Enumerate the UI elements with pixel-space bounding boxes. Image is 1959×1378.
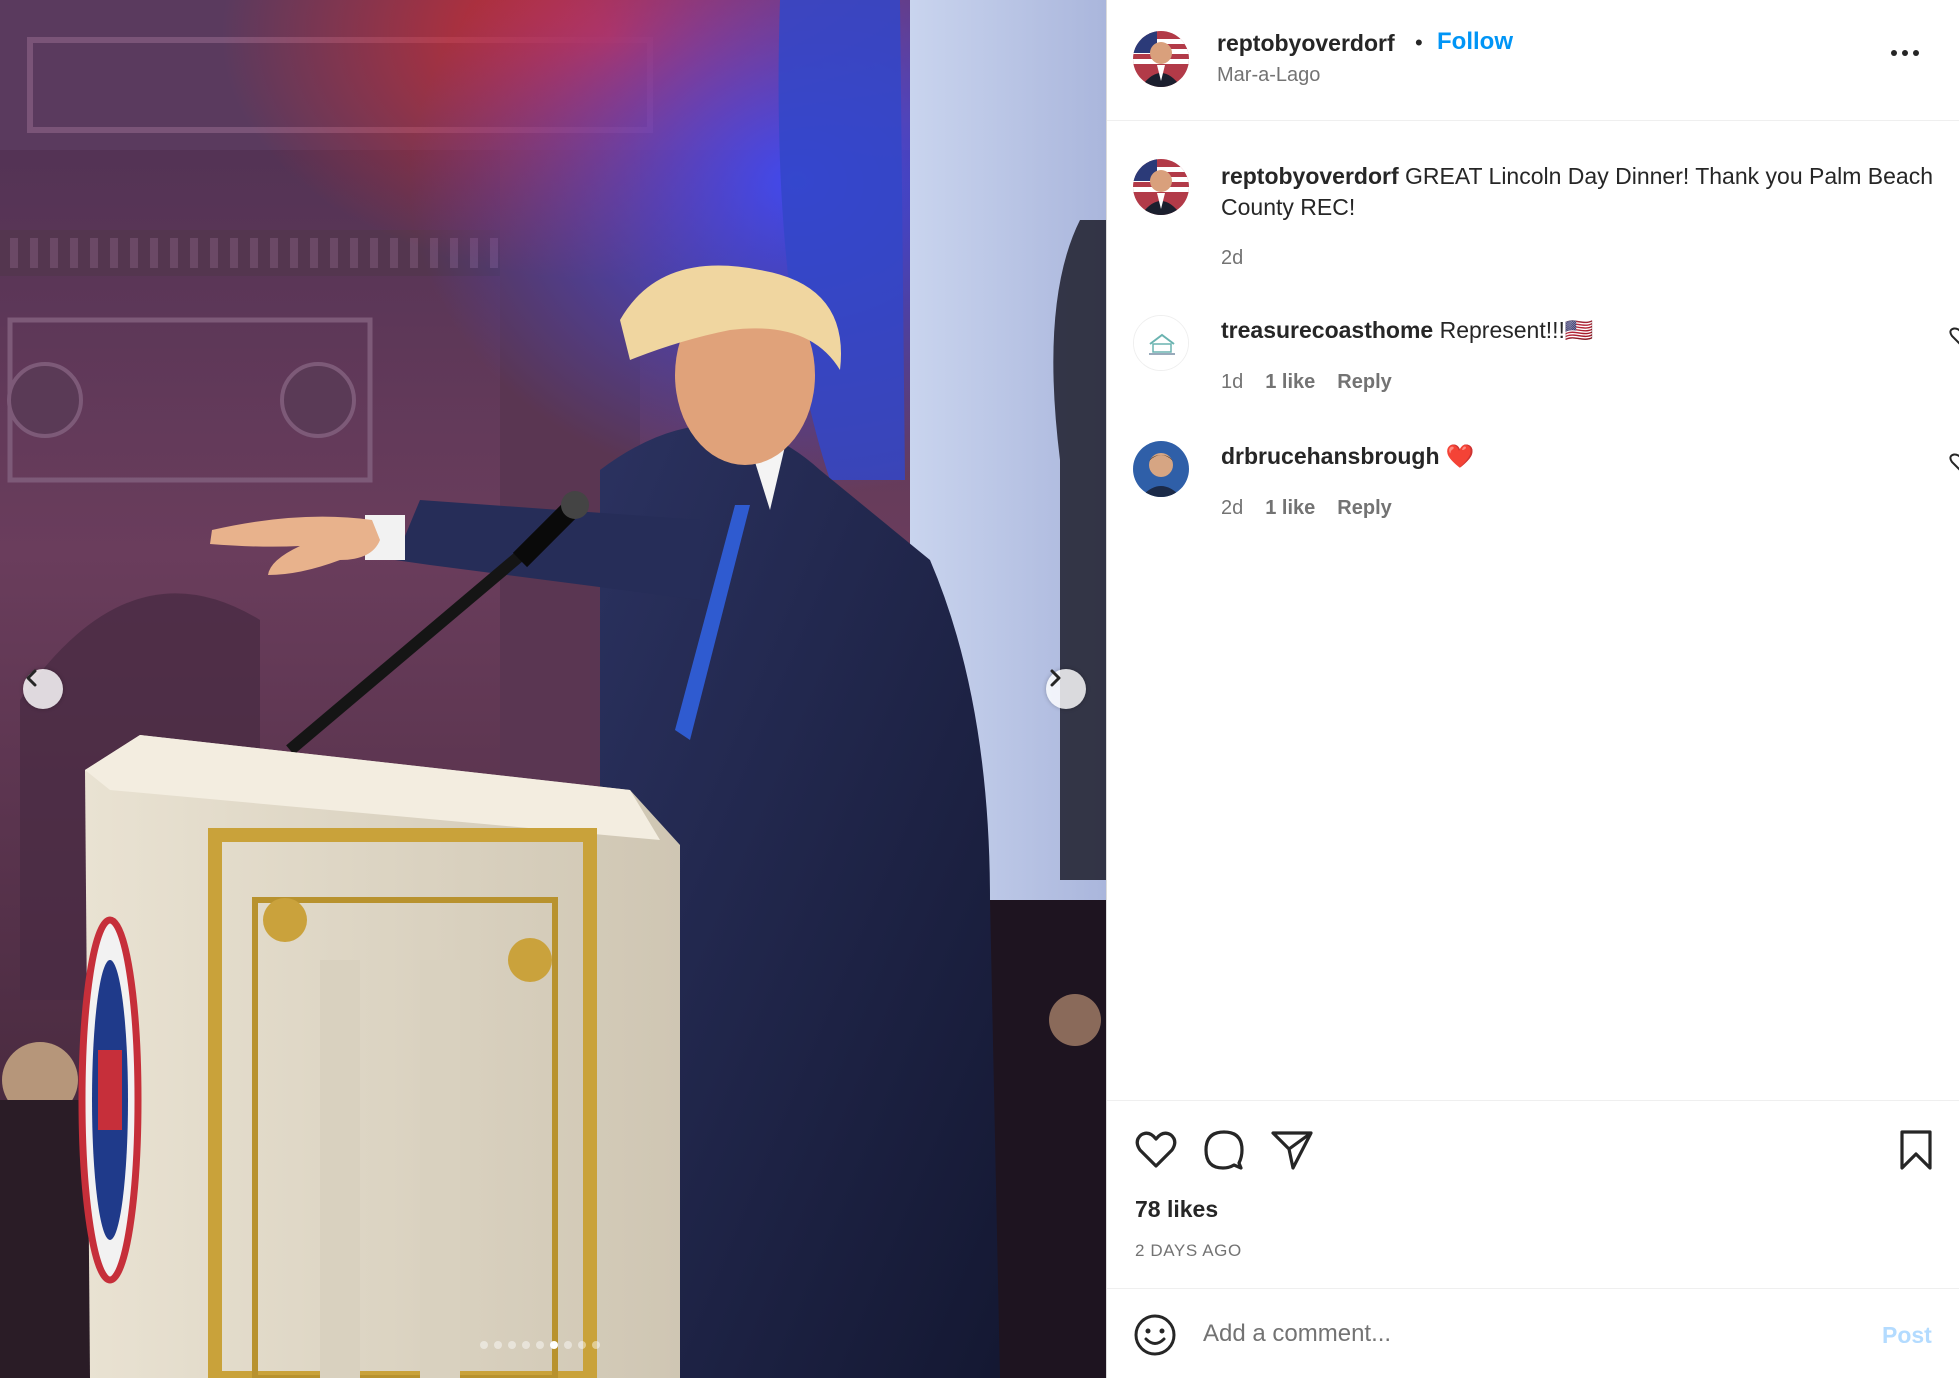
save-button[interactable] [1893,1127,1939,1173]
comment-likes[interactable]: 1 like [1265,497,1315,520]
carousel-dot [480,1341,488,1349]
avatar-image [1133,159,1189,215]
commenter-avatar[interactable] [1133,315,1189,371]
comment-likes[interactable]: 1 like [1265,371,1315,394]
send-icon [1271,1131,1313,1170]
carousel-dot [592,1341,600,1349]
avatar-image [1133,31,1189,87]
comment-like-icon[interactable] [1949,327,1959,347]
caption-author-avatar[interactable] [1133,159,1189,215]
add-comment-bar: Post [1107,1288,1959,1378]
carousel-dot [508,1341,516,1349]
emoji-picker-button[interactable] [1133,1313,1177,1357]
comment-item: treasurecoasthome Represent!!!🇺🇸 1d 1 li… [1107,315,1959,415]
post-location[interactable]: Mar-a-Lago [1217,64,1320,87]
post-side-panel: reptobyoverdorf • Follow Mar-a-Lago rept… [1106,0,1959,1378]
comment-meta: 2d 1 like Reply [1221,497,1392,520]
comment-text: ❤️ [1445,443,1475,469]
like-button[interactable] [1133,1127,1179,1173]
heart-icon [1949,453,1959,471]
comment-meta: 1d 1 like Reply [1221,371,1392,394]
post-date[interactable]: 2 DAYS AGO [1135,1241,1242,1261]
carousel-dot [522,1341,530,1349]
caption-text-block: reptobyoverdorf GREAT Lincoln Day Dinner… [1221,161,1959,223]
comment-icon [1204,1130,1244,1170]
carousel-dot [536,1341,544,1349]
comment-item: drbrucehansbrough ❤️ 2d 1 like Reply [1107,441,1959,541]
post-header: reptobyoverdorf • Follow Mar-a-Lago [1107,0,1959,121]
photo-illustration [0,0,1106,1378]
carousel-indicator [480,1341,600,1349]
next-slide-button[interactable] [1046,669,1086,709]
follow-button[interactable]: Follow [1437,28,1513,56]
share-button[interactable] [1269,1127,1315,1173]
header-separator: • [1415,30,1423,55]
post-photo[interactable] [0,0,1106,1378]
comment-line: treasurecoasthome Represent!!!🇺🇸 [1221,317,1594,344]
chevron-right-icon [1050,669,1061,687]
comment-input[interactable] [1203,1311,1843,1357]
carousel-dot [550,1341,558,1349]
comment-button[interactable] [1201,1127,1247,1173]
commenter-avatar[interactable] [1133,441,1189,497]
carousel-dot [578,1341,586,1349]
heart-icon [1949,327,1959,345]
more-options-icon[interactable] [1887,44,1923,62]
carousel-dot [494,1341,502,1349]
heart-icon [1135,1131,1177,1168]
carousel-dot [564,1341,572,1349]
comment-time[interactable]: 1d [1221,371,1243,394]
author-username[interactable]: reptobyoverdorf [1217,30,1395,57]
reply-button[interactable]: Reply [1337,371,1391,394]
comment-line: drbrucehansbrough ❤️ [1221,443,1475,470]
bookmark-icon [1900,1130,1932,1170]
reply-button[interactable]: Reply [1337,497,1391,520]
post-comment-button[interactable]: Post [1882,1322,1932,1349]
previous-slide-button[interactable] [23,669,63,709]
comment-time[interactable]: 2d [1221,497,1243,520]
caption-timestamp[interactable]: 2d [1221,247,1243,270]
author-avatar[interactable] [1133,31,1189,87]
caption-username[interactable]: reptobyoverdorf [1221,163,1399,189]
chevron-left-icon [26,669,37,687]
house-logo-icon [1134,316,1188,370]
avatar-image [1133,441,1189,497]
smiley-icon [1134,1314,1176,1356]
comment-text: Represent!!!🇺🇸 [1439,317,1594,343]
post-actions: 78 likes 2 DAYS AGO [1107,1100,1959,1288]
commenter-username[interactable]: treasurecoasthome [1221,317,1433,343]
comment-like-icon[interactable] [1949,453,1959,473]
commenter-username[interactable]: drbrucehansbrough [1221,443,1440,469]
likes-count[interactable]: 78 likes [1135,1196,1218,1223]
